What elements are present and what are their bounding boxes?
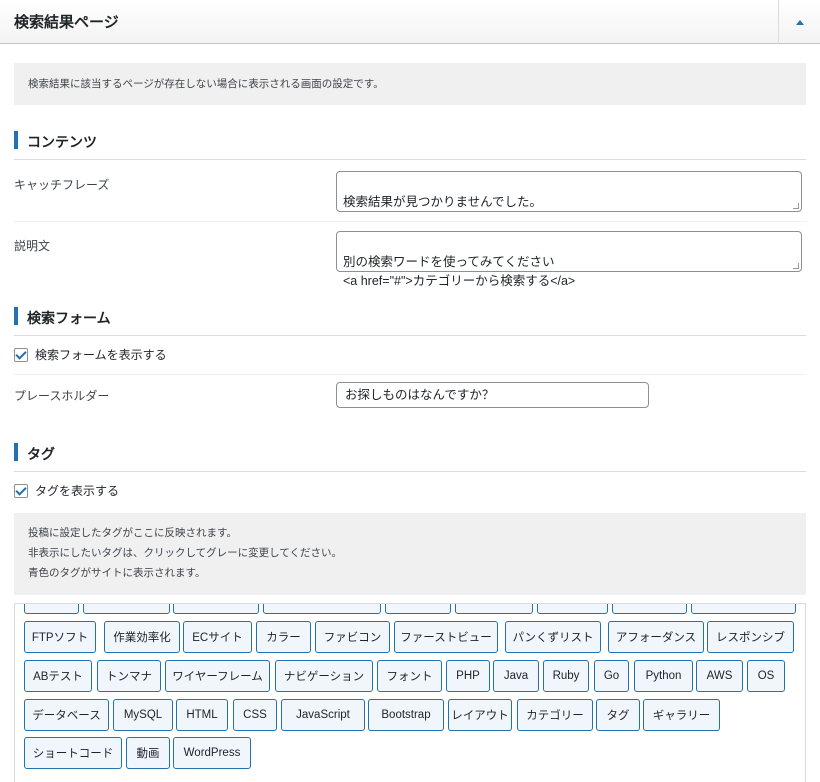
tag-button[interactable]: CSS (233, 699, 277, 731)
tag-button[interactable]: トンマナ (97, 660, 161, 692)
tags-notice-line: 青色のタグがサイトに表示されます。 (28, 567, 206, 579)
description-row: 説明文 別の検索ワードを使ってみてください <a href="#">カテゴリーか… (14, 222, 806, 288)
tag-button-hidden[interactable] (537, 604, 608, 614)
tag-button[interactable]: ABテスト (24, 660, 92, 692)
tags-notice-line: 非表示にしたいタグは、クリックしてグレーに変更してください。 (28, 547, 343, 559)
placeholder-input[interactable]: お探しものはなんですか？ (336, 382, 649, 408)
tag-button[interactable]: パンくずリスト (505, 621, 601, 653)
catchphrase-label: キャッチフレーズ (14, 178, 110, 192)
tag-button[interactable]: ファビコン (315, 621, 390, 653)
section-accent-bar (14, 131, 18, 149)
notice-text: 検索結果に該当するページが存在しない場合に表示される画面の設定です。 (28, 78, 384, 90)
tag-button[interactable]: JavaScript (281, 699, 365, 731)
tag-button[interactable]: OS (747, 660, 785, 692)
tag-button[interactable]: Java (493, 660, 539, 692)
tag-button[interactable]: Go (594, 660, 629, 692)
tag-button[interactable]: ワイヤーフレーム (165, 660, 270, 692)
tag-button[interactable]: ナビゲーション (275, 660, 373, 692)
tag-button[interactable]: PHP (446, 660, 490, 692)
placeholder-label: プレースホルダー (14, 389, 110, 403)
tag-button[interactable]: Python (634, 660, 693, 692)
show-tags-label: タグを表示する (35, 484, 120, 498)
tag-button[interactable]: ECサイト (183, 621, 252, 653)
tag-button[interactable]: アフォーダンス (608, 621, 704, 653)
placeholder-row: プレースホルダー お探しものはなんですか？ (14, 375, 806, 419)
tag-button[interactable]: カラー (256, 621, 311, 653)
tag-button[interactable]: フォント (377, 660, 442, 692)
tag-button[interactable]: ギャラリー (643, 699, 720, 731)
tag-button[interactable]: WordPress (173, 737, 251, 769)
tag-button-hidden[interactable] (24, 604, 79, 614)
section-title-search-form: 検索フォーム (14, 307, 806, 336)
description-label: 説明文 (14, 239, 51, 253)
description-value: 別の検索ワードを使ってみてください <a href="#">カテゴリーから検索す… (343, 255, 576, 288)
description-textarea[interactable]: 別の検索ワードを使ってみてください <a href="#">カテゴリーから検索す… (336, 231, 802, 288)
tag-button[interactable]: ファーストビュー (394, 621, 498, 653)
collapse-toggle-button[interactable] (778, 0, 820, 44)
section-title-text: タグ (27, 446, 55, 462)
panel-title: 検索結果ページ (14, 14, 119, 31)
resize-handle-icon[interactable] (793, 263, 799, 269)
show-tags-checkbox[interactable] (14, 483, 28, 498)
section-accent-bar (14, 307, 18, 325)
tag-button[interactable]: AWS (696, 660, 743, 692)
tag-button[interactable]: タグ (596, 699, 640, 731)
tag-button[interactable]: HTML (176, 699, 228, 731)
tag-button[interactable]: レスポンシブ (707, 621, 794, 653)
catchphrase-textarea[interactable]: 検索結果が見つかりませんでした。 (336, 171, 802, 212)
section-title-text: コンテンツ (27, 134, 97, 150)
section-title-text: 検索フォーム (27, 310, 111, 326)
section-title-tags: タグ (14, 443, 806, 472)
tag-button-hidden[interactable] (83, 604, 170, 614)
placeholder-value: お探しものはなんですか？ (345, 388, 495, 402)
tag-button[interactable]: 作業効率化 (104, 621, 180, 653)
tag-button[interactable]: 動画 (126, 737, 170, 769)
tag-list[interactable]: FTPソフト 作業効率化 ECサイト カラー ファビコン ファーストビュー パン… (14, 603, 806, 782)
arrow-up-icon (795, 19, 804, 25)
section-title-contents: コンテンツ (14, 131, 806, 160)
tag-button[interactable]: Bootstrap (368, 699, 444, 731)
tags-notice-line: 投稿に設定したタグがここに反映されます。 (28, 527, 237, 539)
tag-button-hidden[interactable] (455, 604, 533, 614)
tag-button[interactable]: ショートコード (24, 737, 122, 769)
catchphrase-value: 検索結果が見つかりませんでした。 (343, 195, 543, 209)
show-search-form-checkbox[interactable] (14, 347, 28, 362)
section-accent-bar (14, 443, 18, 461)
show-search-form-label: 検索フォームを表示する (35, 348, 167, 362)
tag-button[interactable]: データベース (24, 699, 109, 731)
catchphrase-row: キャッチフレーズ 検索結果が見つかりませんでした。 (14, 161, 806, 222)
tag-button-hidden[interactable] (691, 604, 796, 614)
panel-header: 検索結果ページ (0, 0, 820, 44)
tag-button[interactable]: FTPソフト (24, 621, 96, 653)
tag-button[interactable]: カテゴリー (517, 699, 593, 731)
tag-button[interactable]: MySQL (113, 699, 173, 731)
tags-notice: 投稿に設定したタグがここに反映されます。 非表示にしたいタグは、クリックしてグレ… (14, 513, 806, 595)
description-notice: 検索結果に該当するページが存在しない場合に表示される画面の設定です。 (14, 63, 806, 105)
tag-button-hidden[interactable] (173, 604, 259, 614)
tag-button[interactable]: Ruby (543, 660, 589, 692)
resize-handle-icon[interactable] (793, 203, 799, 209)
show-tags-option[interactable]: タグを表示する (14, 482, 119, 499)
tag-button-hidden[interactable] (612, 604, 687, 614)
show-search-form-option[interactable]: 検索フォームを表示する (14, 346, 167, 363)
tag-button-hidden[interactable] (385, 604, 451, 614)
tag-button[interactable]: レイアウト (448, 699, 512, 731)
tag-button-hidden[interactable] (263, 604, 381, 614)
